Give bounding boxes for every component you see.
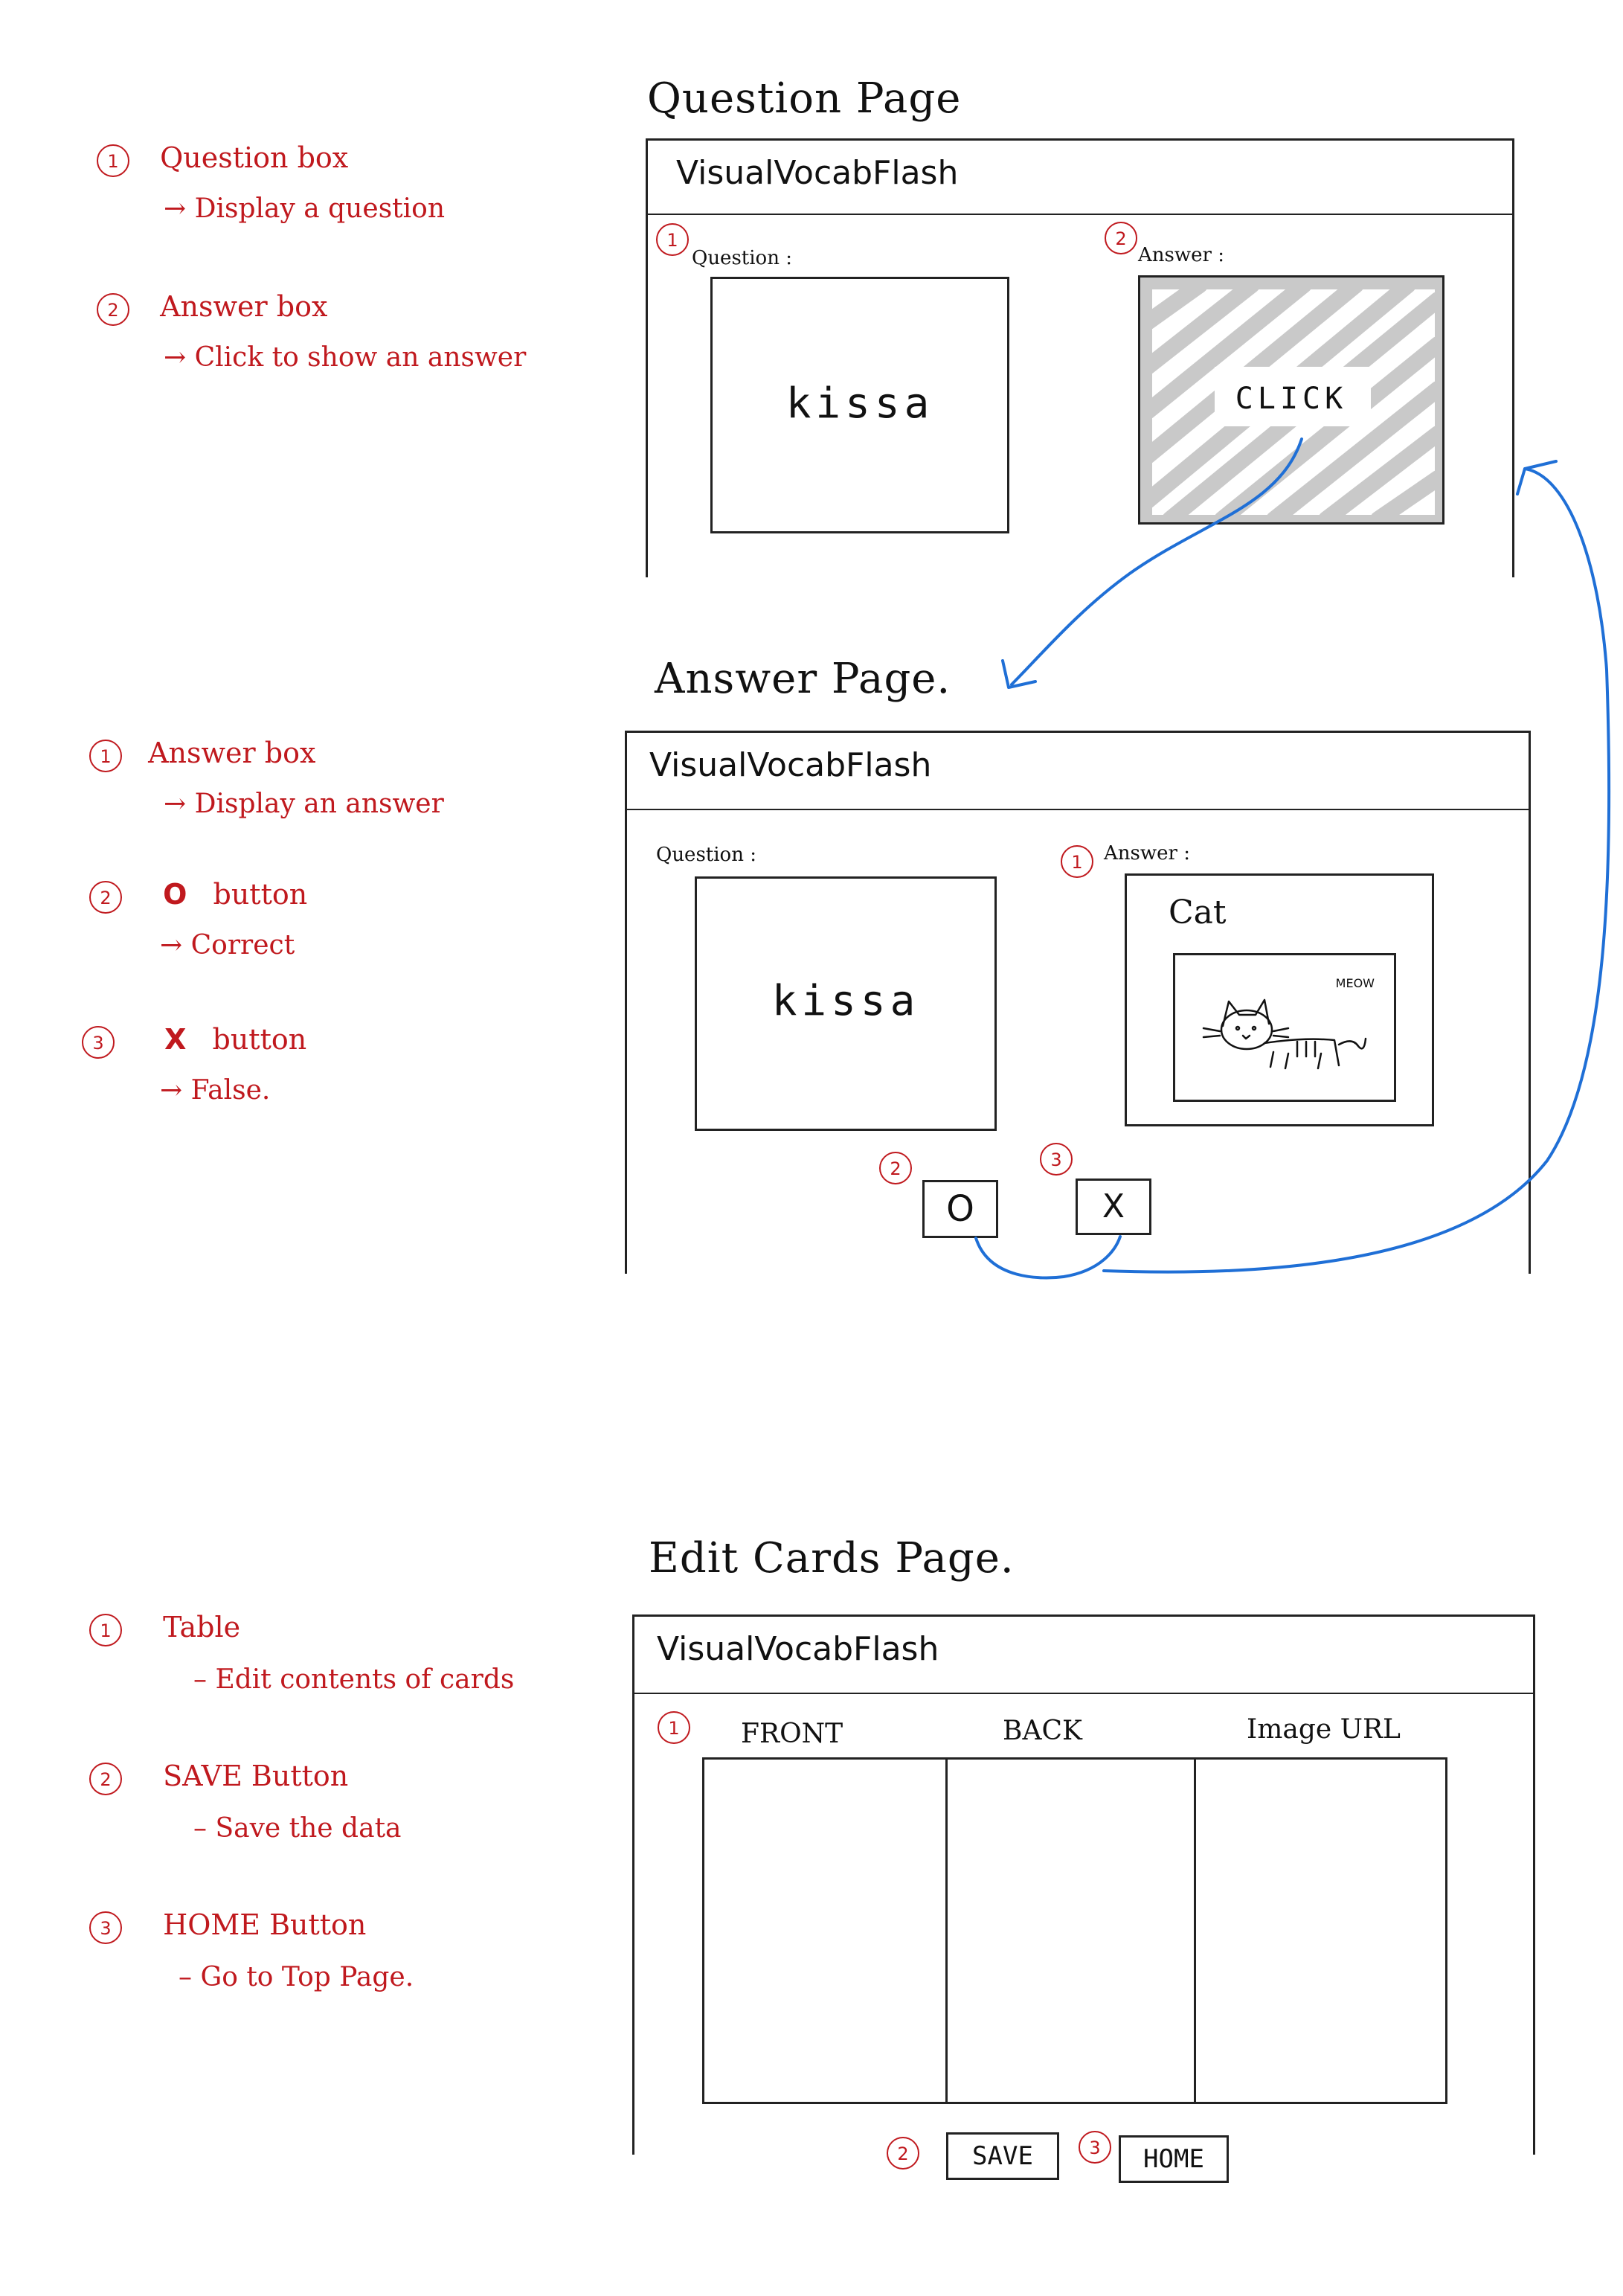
note-desc: – Edit contents of cards [193, 1664, 515, 1695]
note-title: SAVE Button [163, 1760, 349, 1792]
answer-box: Cat MEOW [1125, 873, 1434, 1126]
cards-table[interactable] [702, 1757, 1447, 2104]
note-number: 3 [89, 1911, 122, 1944]
note-desc: → Display a question [164, 193, 446, 224]
click-text: CLICK [1235, 382, 1348, 416]
notes-answer-1: 1 Answer box → Display an answer [89, 737, 444, 819]
note-title: Answer box [148, 737, 316, 769]
app-title: VisualVocabFlash [676, 154, 959, 192]
marker-3: 3 [1079, 2131, 1111, 2164]
edit-page-title: Edit Cards Page. [649, 1534, 1015, 1582]
note-title: HOME Button [163, 1908, 367, 1941]
save-button[interactable]: SAVE [946, 2132, 1059, 2180]
answer-image: MEOW [1173, 953, 1396, 1102]
column-image-url: Image URL [1247, 1714, 1401, 1745]
note-number: 3 [82, 1026, 115, 1059]
notes-edit-1: 1 Table – Edit contents of cards [89, 1611, 514, 1695]
app-header: VisualVocabFlash [648, 141, 1512, 215]
table-column-divider [945, 1760, 948, 2102]
question-box: kissa [695, 876, 997, 1131]
note-number: 1 [97, 144, 129, 177]
home-button[interactable]: HOME [1119, 2135, 1229, 2183]
marker-1: 1 [658, 1711, 690, 1744]
note-desc: → Display an answer [164, 789, 444, 819]
note-number: 2 [89, 1763, 122, 1795]
note-title: Answer box [160, 290, 328, 323]
notes-edit-2: 2 SAVE Button – Save the data [89, 1760, 402, 1844]
question-label: Question : [656, 844, 756, 866]
note-desc: – Save the data [193, 1813, 402, 1844]
answer-click-box[interactable]: CLICK [1138, 275, 1444, 525]
note-number: 2 [97, 293, 129, 326]
note-symbol: X [164, 1023, 187, 1056]
notes-answer-3: 3 X button → False. [82, 1023, 306, 1106]
note-number: 1 [89, 740, 122, 772]
correct-symbol: O [946, 1188, 974, 1230]
marker-1: 1 [656, 223, 689, 256]
note-desc: → Click to show an answer [164, 342, 527, 373]
correct-button[interactable]: O [922, 1180, 998, 1238]
note-title: Table [163, 1611, 241, 1644]
marker-3: 3 [1040, 1143, 1073, 1176]
marker-2: 2 [887, 2137, 919, 2170]
note-title: button [213, 878, 308, 911]
note-number: 2 [89, 881, 122, 914]
cat-drawing-icon [1202, 998, 1367, 1070]
note-desc: – Go to Top Page. [179, 1962, 414, 1992]
answer-label: Answer : [1104, 842, 1190, 865]
app-header: VisualVocabFlash [634, 1617, 1533, 1694]
note-symbol: O [163, 878, 187, 911]
question-page-title: Question Page [647, 74, 962, 123]
answer-word: Cat [1169, 894, 1227, 931]
note-title: button [212, 1023, 307, 1056]
answer-page-title: Answer Page. [655, 655, 951, 703]
question-box: kissa [710, 277, 1009, 533]
note-desc: → Correct [160, 930, 295, 961]
column-front: FRONT [741, 1719, 843, 1749]
save-label: SAVE [972, 2141, 1033, 2171]
notes-question-1: 1 Question box → Display a question [97, 141, 445, 224]
column-back: BACK [1003, 1716, 1082, 1746]
note-number: 1 [89, 1614, 122, 1646]
question-word: kissa [785, 379, 934, 428]
question-word: kissa [771, 977, 920, 1025]
marker-1: 1 [1061, 845, 1093, 878]
table-column-divider [1194, 1760, 1196, 2102]
question-label: Question : [692, 247, 792, 269]
arrow-head-question [1516, 460, 1558, 496]
app-title: VisualVocabFlash [657, 1630, 939, 1668]
marker-2: 2 [879, 1152, 912, 1184]
notes-edit-3: 3 HOME Button – Go to Top Page. [89, 1908, 414, 1992]
note-title: Question box [160, 141, 349, 174]
answer-label: Answer : [1138, 244, 1224, 266]
note-desc: → False. [160, 1075, 271, 1106]
arrow-head-answer [1001, 659, 1037, 689]
app-title: VisualVocabFlash [649, 746, 932, 784]
app-header: VisualVocabFlash [627, 733, 1529, 810]
notes-question-2: 2 Answer box → Click to show an answer [97, 290, 526, 373]
notes-answer-2: 2 O button → Correct [89, 878, 307, 961]
home-label: HOME [1143, 2144, 1204, 2174]
false-button[interactable]: X [1076, 1179, 1151, 1235]
false-symbol: X [1102, 1187, 1125, 1225]
marker-2: 2 [1105, 222, 1137, 254]
